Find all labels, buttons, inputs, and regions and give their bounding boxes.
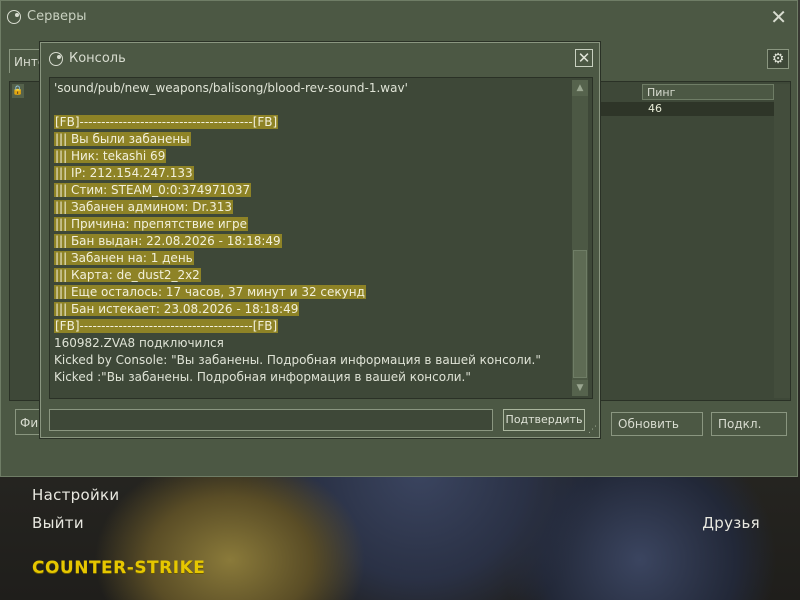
console-line: [FB]------------------------------------… <box>54 318 570 335</box>
servers-title: Серверы <box>27 9 87 24</box>
resize-grip-icon[interactable]: ⋰ <box>588 425 597 435</box>
console-title: Консоль <box>69 51 126 66</box>
console-line-text: ||| Стим: STEAM_0:0:374971037 <box>54 183 252 197</box>
console-window: Консоль ✕ 'sound/pub/new_weapons/balison… <box>40 42 600 438</box>
console-line-text: Kicked by Console: "Вы забанены. Подробн… <box>54 353 541 367</box>
submit-button[interactable]: Подтвердить <box>503 409 585 431</box>
console-line-text: ||| Ник: tekashi 69 <box>54 149 167 163</box>
steam-icon <box>7 9 21 24</box>
scroll-down-icon[interactable]: ▼ <box>572 380 588 396</box>
console-line: [FB]------------------------------------… <box>54 114 570 131</box>
console-line-text: 160982.ZVA8 подключился <box>54 336 224 350</box>
console-line: ||| IP: 212.154.247.133 <box>54 165 570 182</box>
console-line-text: ||| Бан истекает: 23.08.2026 - 18:18:49 <box>54 302 300 316</box>
console-close-icon[interactable]: ✕ <box>575 49 593 67</box>
console-line: Kicked by Console: "Вы забанены. Подробн… <box>54 352 570 369</box>
console-line: ||| Забанен админом: Dr.313 <box>54 199 570 216</box>
console-line: ||| Бан выдан: 22.08.2026 - 18:18:49 <box>54 233 570 250</box>
console-line: ||| Вы были забанены <box>54 131 570 148</box>
scroll-up-icon[interactable]: ▲ <box>572 80 588 96</box>
console-line: ||| Ник: tekashi 69 <box>54 148 570 165</box>
connect-button[interactable]: Подкл. <box>711 412 787 436</box>
console-line: ||| Забанен на: 1 день <box>54 250 570 267</box>
table-scrollbar[interactable] <box>774 84 790 398</box>
menu-exit[interactable]: Выйти <box>32 514 84 532</box>
console-line-text: ||| Причина: препятствие игре <box>54 217 248 231</box>
counter-strike-logo: COUNTER-STRIKE <box>32 558 206 578</box>
console-log-lines: 'sound/pub/new_weapons/balisong/blood-re… <box>54 80 570 386</box>
console-title-bar: Консоль <box>49 51 126 66</box>
console-line: Kicked :"Вы забанены. Подробная информац… <box>54 369 570 386</box>
console-line-text: [FB]------------------------------------… <box>54 319 279 333</box>
console-line-text: ||| IP: 212.154.247.133 <box>54 166 194 180</box>
console-line: ||| Стим: STEAM_0:0:374971037 <box>54 182 570 199</box>
console-log: 'sound/pub/new_weapons/balisong/blood-re… <box>49 77 593 399</box>
console-line-text: ||| Карта: de_dust2_2x2 <box>54 268 201 282</box>
filter-button[interactable]: Фи <box>15 409 41 435</box>
ping-value: 46 <box>648 102 662 115</box>
console-line-text: ||| Забанен на: 1 день <box>54 251 194 265</box>
console-line-text: ||| Еще осталось: 17 часов, 37 минут и 3… <box>54 285 366 299</box>
console-line: 'sound/pub/new_weapons/balisong/blood-re… <box>54 80 570 97</box>
console-line-text: ||| Бан выдан: 22.08.2026 - 18:18:49 <box>54 234 282 248</box>
refresh-button[interactable]: Обновить <box>611 412 703 436</box>
lock-column-icon: 🔒 <box>12 84 24 98</box>
servers-close-icon[interactable]: ✕ <box>770 5 787 29</box>
console-line: ||| Еще осталось: 17 часов, 37 минут и 3… <box>54 284 570 301</box>
servers-title-bar: Серверы <box>7 9 87 24</box>
console-scrollbar[interactable]: ▲ ▼ <box>572 80 588 396</box>
menu-settings[interactable]: Настройки <box>32 486 119 504</box>
ping-column-header[interactable]: Пинг <box>642 84 774 100</box>
menu-friends[interactable]: Друзья <box>702 514 760 532</box>
console-line-text: [FB]------------------------------------… <box>54 115 279 129</box>
scroll-thumb[interactable] <box>573 250 587 378</box>
console-line: ||| Карта: de_dust2_2x2 <box>54 267 570 284</box>
gear-icon[interactable]: ⚙ <box>767 49 789 69</box>
console-line-text: ||| Забанен админом: Dr.313 <box>54 200 234 214</box>
console-line: 160982.ZVA8 подключился <box>54 335 570 352</box>
console-line: ||| Причина: препятствие игре <box>54 216 570 233</box>
table-row[interactable] <box>600 102 774 116</box>
console-line-text: Kicked :"Вы забанены. Подробная информац… <box>54 370 471 384</box>
console-line-text: 'sound/pub/new_weapons/balisong/blood-re… <box>54 81 408 95</box>
console-line: ||| Бан истекает: 23.08.2026 - 18:18:49 <box>54 301 570 318</box>
steam-icon <box>49 51 63 66</box>
console-command-input[interactable] <box>49 409 493 431</box>
console-line-text: ||| Вы были забанены <box>54 132 191 146</box>
